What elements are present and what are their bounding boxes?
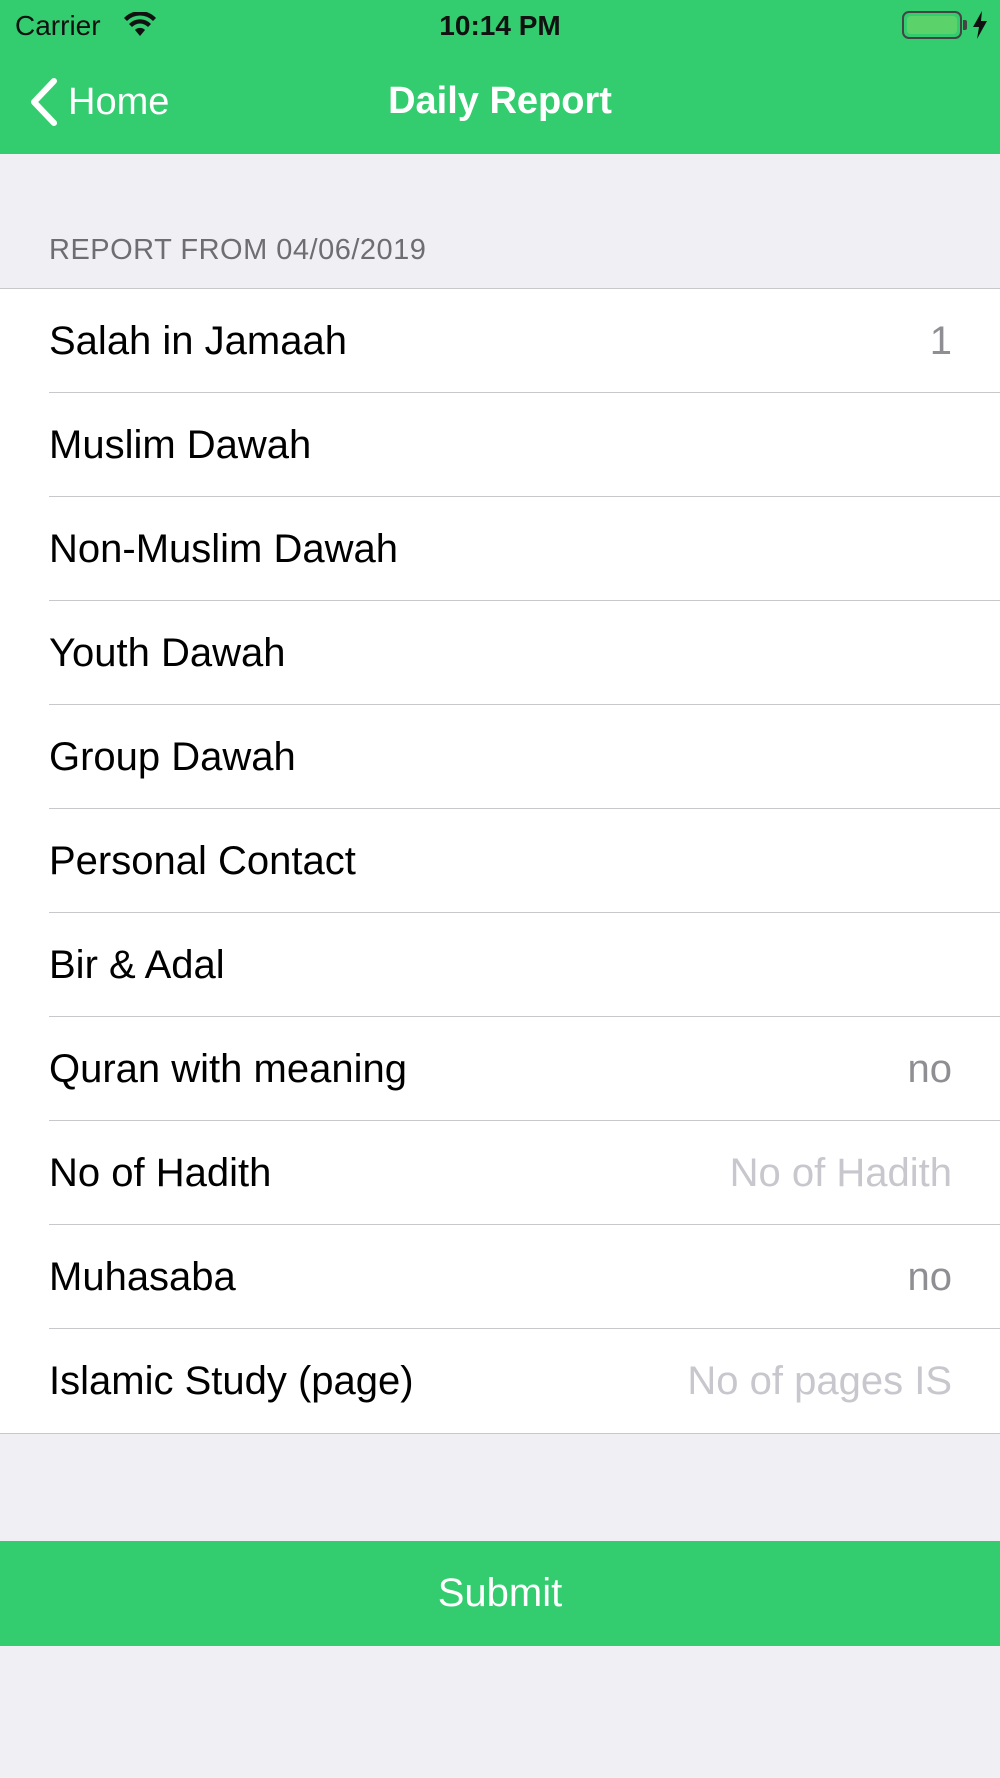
row-label: Group Dawah <box>49 735 296 779</box>
row-label: Muslim Dawah <box>49 423 312 467</box>
row-value[interactable]: 1 <box>930 289 952 393</box>
row-no-of-hadith[interactable]: No of Hadith No of Hadith <box>0 1121 1000 1225</box>
row-youth-dawah[interactable]: Youth Dawah <box>0 601 1000 705</box>
submit-button-label: Submit <box>437 1571 563 1615</box>
row-label: Bir & Adal <box>49 943 225 987</box>
row-label: Quran with meaning <box>49 1047 407 1091</box>
row-value[interactable]: no <box>908 1017 953 1121</box>
row-group-dawah[interactable]: Group Dawah <box>0 705 1000 809</box>
charging-bolt-icon <box>973 11 987 39</box>
row-salah-in-jamaah[interactable]: Salah in Jamaah 1 <box>0 289 1000 393</box>
row-quran-with-meaning[interactable]: Quran with meaning no <box>0 1017 1000 1121</box>
row-muhasaba[interactable]: Muhasaba no <box>0 1225 1000 1329</box>
status-time: 10:14 PM <box>439 10 561 41</box>
row-label: No of Hadith <box>49 1151 272 1195</box>
submit-button[interactable]: Submit <box>0 1541 1000 1646</box>
row-muslim-dawah[interactable]: Muslim Dawah <box>0 393 1000 497</box>
islamic-study-pages-input[interactable]: No of pages IS <box>687 1329 952 1433</box>
hadith-count-input[interactable]: No of Hadith <box>730 1121 952 1225</box>
navigation-bar: Home Daily Report <box>0 50 1000 154</box>
report-table: Salah in Jamaah 1 Muslim Dawah Non-Musli… <box>0 288 1000 1434</box>
battery-nub <box>963 20 967 30</box>
row-label: Salah in Jamaah <box>49 319 347 363</box>
row-label: Personal Contact <box>49 839 356 883</box>
row-label: Non-Muslim Dawah <box>49 527 398 571</box>
section-header: REPORT FROM 04/06/2019 <box>49 234 427 266</box>
row-label: Islamic Study (page) <box>49 1359 414 1403</box>
row-bir-and-adal[interactable]: Bir & Adal <box>0 913 1000 1017</box>
row-non-muslim-dawah[interactable]: Non-Muslim Dawah <box>0 497 1000 601</box>
status-bar: Carrier 10:14 PM <box>0 0 1000 50</box>
row-islamic-study[interactable]: Islamic Study (page) No of pages IS <box>0 1329 1000 1433</box>
battery-icon <box>902 11 962 39</box>
row-label: Youth Dawah <box>49 631 286 675</box>
row-label: Muhasaba <box>49 1255 236 1299</box>
row-personal-contact[interactable]: Personal Contact <box>0 809 1000 913</box>
row-value[interactable]: no <box>908 1225 953 1329</box>
page-title: Daily Report <box>388 80 612 122</box>
top-bar: Carrier 10:14 PM Home Daily Report <box>0 0 1000 154</box>
